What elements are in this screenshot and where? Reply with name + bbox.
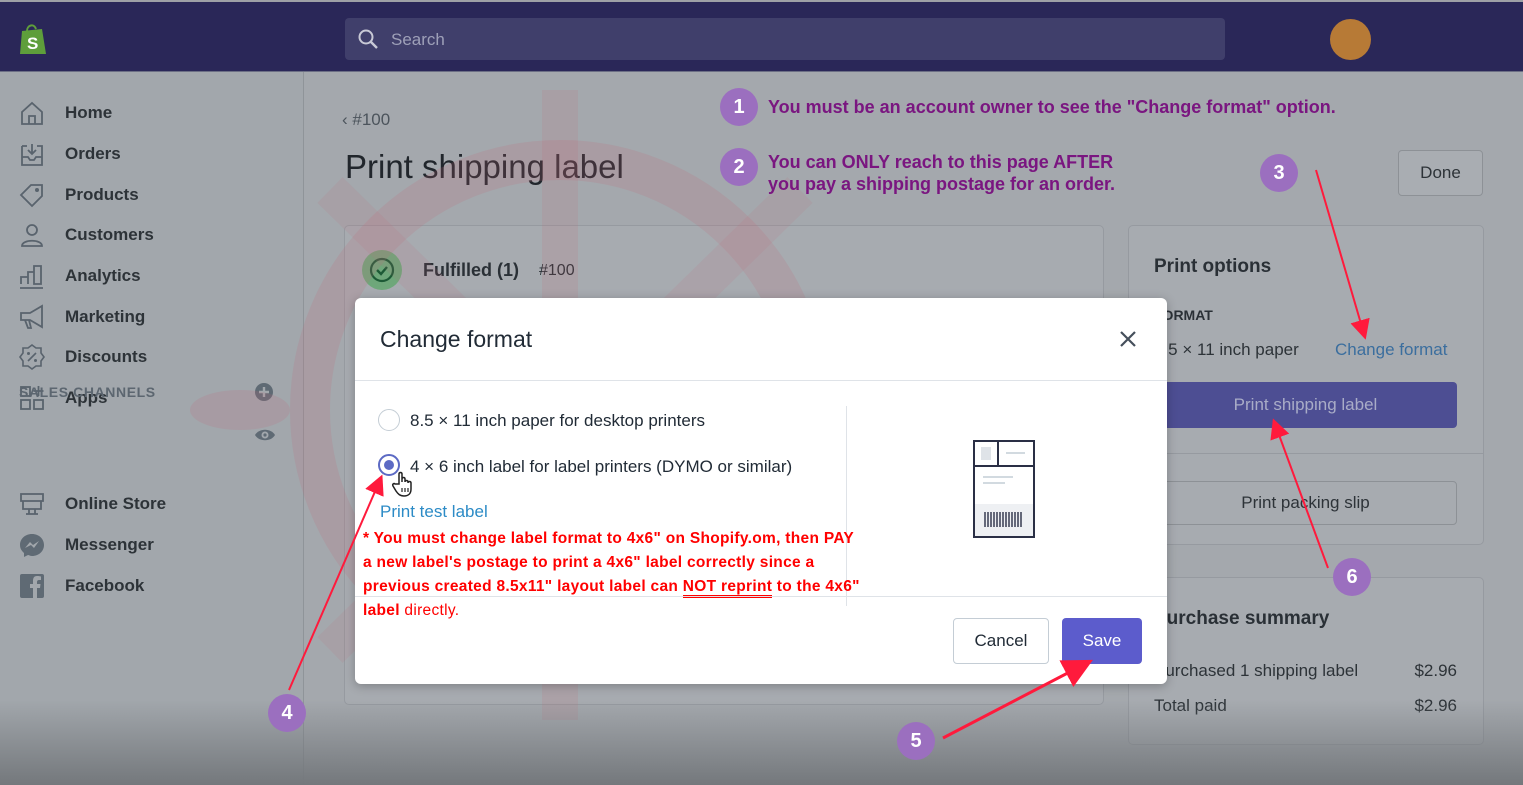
print-shipping-label-button[interactable]: Print shipping label	[1154, 382, 1457, 428]
annotation-badge: 5	[897, 722, 935, 760]
save-button[interactable]: Save	[1062, 618, 1142, 664]
print-options-title: Print options	[1154, 256, 1272, 277]
sidebar-item-label: Products	[65, 185, 139, 204]
purchase-summary-title: Purchase summary	[1154, 608, 1330, 629]
annotation-badge: 4	[268, 694, 306, 732]
sidebar-item-label: Online Store	[65, 494, 167, 513]
annotation-badge: 6	[1333, 558, 1371, 596]
note-line: a new label's postage to print a 4x6" la…	[363, 554, 815, 571]
sidebar-item-label: Discounts	[65, 347, 148, 366]
messenger-icon	[20, 534, 44, 557]
sidebar-item-products[interactable]: Products	[18, 180, 139, 210]
sidebar-item-analytics[interactable]: Analytics	[18, 261, 141, 291]
facebook-icon	[20, 574, 44, 598]
tag-icon	[19, 184, 43, 208]
sidebar-item-label: Facebook	[65, 576, 145, 595]
annotation-note: You must be an account owner to see the …	[768, 97, 1336, 117]
note-line: label directly.	[363, 602, 460, 619]
fulfilled-title: Fulfilled (1)	[423, 260, 519, 280]
top-bar: S Search	[0, 0, 1523, 72]
print-packing-slip-button[interactable]: Print packing slip	[1154, 481, 1457, 525]
close-icon[interactable]	[1117, 328, 1139, 350]
summary-label: Purchased 1 shipping label	[1154, 661, 1359, 680]
divider	[355, 380, 1167, 381]
underlined-emphasis: NOT reprint	[682, 578, 773, 598]
format-radio-letter[interactable]	[378, 409, 400, 431]
search-placeholder: Search	[391, 30, 445, 49]
annotation-badge: 1	[720, 88, 758, 126]
done-button[interactable]: Done	[1398, 150, 1483, 196]
change-format-modal: Change format 8.5 × 11 inch paper for de…	[355, 298, 1167, 684]
search-input[interactable]: Search	[345, 18, 1225, 60]
summary-value: $2.96	[1414, 661, 1457, 680]
discount-icon	[19, 344, 45, 370]
annotation-badge: 2	[720, 148, 758, 186]
sidebar-item-facebook[interactable]: Facebook	[18, 571, 144, 601]
breadcrumb: #100	[352, 110, 391, 129]
shipping-label-illustration-icon	[973, 440, 1035, 538]
add-channel-icon[interactable]	[254, 382, 274, 402]
sidebar-item-home[interactable]: Home	[18, 98, 112, 128]
format-option-label[interactable]: 4 × 6 inch label for label printers (DYM…	[410, 457, 792, 477]
page-title: Print shipping label	[345, 148, 624, 185]
summary-row: Total paid $2.96	[1154, 696, 1457, 716]
store-icon	[20, 493, 44, 515]
svg-text:S: S	[27, 34, 38, 53]
eye-icon[interactable]	[254, 426, 276, 444]
fulfilled-order-number: #100	[539, 262, 575, 279]
summary-label: Total paid	[1154, 696, 1227, 715]
print-test-label-link[interactable]: Print test label	[380, 502, 488, 522]
sidebar-item-orders[interactable]: Orders	[18, 139, 121, 169]
bar-chart-icon	[20, 265, 43, 289]
annotation-badge: 3	[1260, 154, 1298, 192]
red-annotation-note: * You must change label format to 4x6" o…	[363, 527, 983, 623]
format-value: 8.5 × 11 inch paper	[1154, 340, 1299, 359]
summary-row: Purchased 1 shipping label $2.96	[1154, 661, 1457, 681]
orders-icon	[21, 144, 43, 166]
summary-value: $2.96	[1414, 696, 1457, 715]
hand-cursor-icon	[392, 471, 412, 497]
shopify-bag-icon[interactable]: S	[16, 22, 50, 56]
sidebar-item-label: Customers	[65, 225, 154, 244]
sidebar-item-online-store[interactable]: Online Store	[18, 489, 166, 519]
sidebar-item-label: Messenger	[65, 535, 154, 554]
sidebar-item-messenger[interactable]: Messenger	[18, 530, 154, 560]
sidebar-item-marketing[interactable]: Marketing	[18, 302, 145, 332]
sidebar-item-discounts[interactable]: Discounts	[18, 342, 147, 372]
person-icon	[21, 224, 43, 247]
home-icon	[21, 101, 43, 125]
breadcrumb-back-link[interactable]: ‹ #100	[342, 110, 390, 130]
modal-title: Change format	[380, 326, 533, 352]
change-format-link[interactable]: Change format	[1335, 340, 1447, 360]
divider	[355, 596, 1167, 597]
format-option-label[interactable]: 8.5 × 11 inch paper for desktop printers	[410, 411, 705, 431]
search-icon	[358, 29, 378, 49]
annotation-note: You can ONLY reach to this page AFTER yo…	[768, 152, 1116, 194]
note-line: * You must change label format to 4x6" o…	[363, 530, 855, 547]
avatar[interactable]	[1330, 19, 1371, 60]
sidebar-item-label: Analytics	[65, 266, 141, 285]
sidebar-item-label: Home	[65, 103, 113, 122]
cancel-button[interactable]: Cancel	[953, 618, 1049, 664]
sidebar-item-label: Orders	[65, 144, 121, 163]
megaphone-icon	[20, 304, 43, 329]
sidebar-item-label: Marketing	[65, 307, 146, 326]
fulfilled-check-icon	[362, 250, 402, 290]
sidebar-item-customers[interactable]: Customers	[18, 220, 154, 250]
chevron-left-icon: ‹	[342, 110, 353, 129]
sales-channels-heading: SALES CHANNELS	[19, 384, 156, 400]
divider	[1129, 453, 1483, 454]
